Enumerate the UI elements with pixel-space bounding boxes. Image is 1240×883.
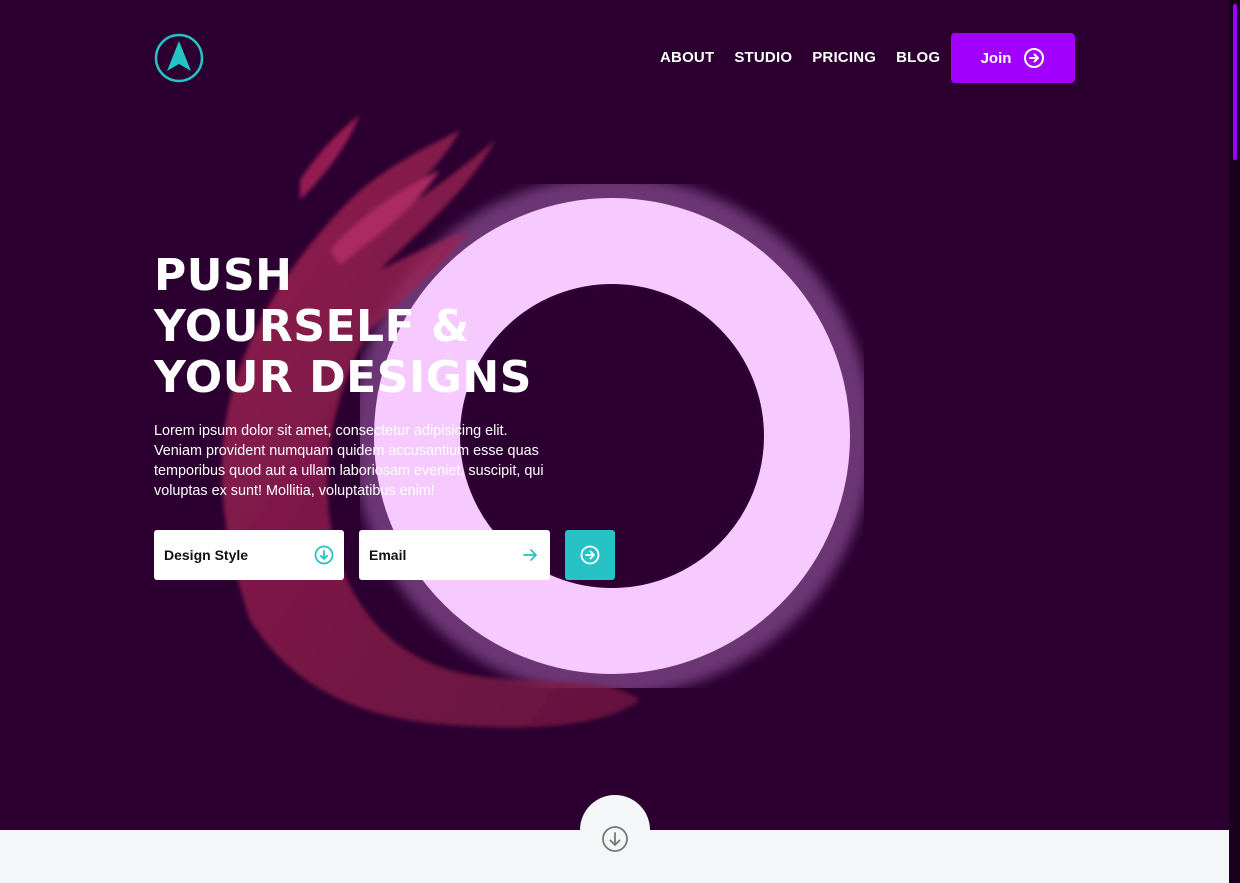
nav-item-blog[interactable]: BLOG <box>896 48 940 68</box>
hero-background-image <box>221 115 872 728</box>
arrow-down-circle-icon <box>602 826 628 852</box>
design-style-select[interactable]: Design Style <box>154 530 344 580</box>
scroll-down-button[interactable] <box>580 795 650 865</box>
nav-item-pricing[interactable]: PRICING <box>812 48 876 68</box>
headline-line: YOUR DESIGNS <box>154 352 532 403</box>
main-nav: ABOUT STUDIO PRICING BLOG <box>660 48 940 68</box>
join-button-label: Join <box>980 49 1012 67</box>
design-style-label: Design Style <box>164 547 249 563</box>
arrow-right-circle-icon <box>1024 48 1045 68</box>
headline-line: PUSH <box>154 250 293 301</box>
email-field[interactable]: Email <box>359 530 550 580</box>
nav-item-about[interactable]: ABOUT <box>660 48 714 68</box>
hero-headline: PUSH YOURSELF & YOUR DESIGNS <box>154 250 532 403</box>
arrow-down-circle-icon <box>314 545 334 565</box>
join-button[interactable]: Join <box>951 33 1075 83</box>
arrow-right-icon <box>523 549 537 561</box>
scrollbar-thumb[interactable] <box>1233 4 1237 160</box>
submit-button[interactable] <box>565 530 615 580</box>
hero-section: ABOUT STUDIO PRICING BLOG Join PUSH YOUR… <box>0 0 1229 830</box>
nav-item-studio[interactable]: STUDIO <box>734 48 792 68</box>
scrollbar[interactable] <box>1229 0 1240 883</box>
brand-logo-icon[interactable] <box>154 33 204 83</box>
hero-lead-text: Lorem ipsum dolor sit amet, consectetur … <box>154 423 544 499</box>
headline-line: YOURSELF & <box>154 301 470 352</box>
arrow-right-circle-icon <box>580 545 600 565</box>
email-label: Email <box>369 547 407 563</box>
